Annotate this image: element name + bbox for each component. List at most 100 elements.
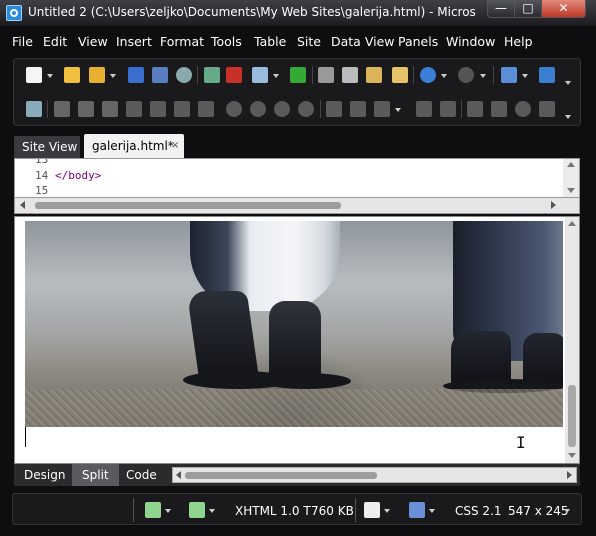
css-schema-icon[interactable]: [409, 502, 425, 518]
expression-web-app-icon[interactable]: [6, 5, 22, 21]
cut-icon[interactable]: [318, 67, 334, 83]
circle-hotspot-icon[interactable]: [515, 101, 531, 117]
close-button[interactable]: ✕: [541, 0, 586, 18]
preview-dropdown-icon[interactable]: [273, 74, 279, 78]
visual-aids-icon[interactable]: [145, 502, 161, 518]
auto-thumbnail-icon[interactable]: [416, 101, 432, 117]
publish-icon[interactable]: [204, 67, 220, 83]
check-compatibility-icon[interactable]: [290, 67, 306, 83]
scroll-right-icon[interactable]: [551, 201, 556, 209]
page-layout-dropdown-icon[interactable]: [384, 509, 390, 513]
send-backward-icon[interactable]: [54, 101, 70, 117]
find-icon[interactable]: [176, 67, 192, 83]
bring-forward-icon[interactable]: [78, 101, 94, 117]
view-tab-design[interactable]: Design: [14, 464, 75, 486]
insert-table-icon[interactable]: [501, 67, 517, 83]
undo-icon[interactable]: [420, 67, 436, 83]
open-site-icon[interactable]: [64, 67, 80, 83]
penguin-photo[interactable]: [25, 221, 563, 427]
minimize-button[interactable]: —: [487, 0, 515, 18]
preview-in-browser-icon[interactable]: [252, 67, 268, 83]
select-icon[interactable]: [467, 101, 483, 117]
tab-galerija-html[interactable]: galerija.html* ×: [84, 134, 184, 158]
scroll-up-icon[interactable]: [567, 162, 575, 167]
spelling-icon[interactable]: [226, 67, 242, 83]
rotate-right-icon[interactable]: [150, 101, 166, 117]
code-pane[interactable]: 13 14 15 </body>: [14, 158, 580, 198]
code-horizontal-scrollbar[interactable]: [14, 198, 580, 214]
new-page-dropdown-icon[interactable]: [47, 74, 53, 78]
css-schema-dropdown-icon[interactable]: [429, 509, 435, 513]
new-page-icon[interactable]: [26, 67, 42, 83]
css-version-indicator[interactable]: CSS 2.1: [455, 504, 502, 518]
tab-site-view[interactable]: Site View: [14, 136, 80, 158]
scrollbar-thumb[interactable]: [185, 472, 377, 479]
menu-panels[interactable]: Panels: [398, 34, 438, 49]
more-brightness-icon[interactable]: [274, 101, 290, 117]
crop-icon[interactable]: [326, 101, 342, 117]
toolbar2-overflow-icon[interactable]: [565, 115, 571, 119]
menu-file[interactable]: File: [12, 34, 33, 49]
rectangle-hotspot-icon[interactable]: [491, 101, 507, 117]
format-painter-icon[interactable]: [392, 67, 408, 83]
insert-layer-icon[interactable]: [539, 67, 555, 83]
more-contrast-icon[interactable]: [226, 101, 242, 117]
visual-aids-dropdown-icon[interactable]: [165, 509, 171, 513]
set-transparent-color-icon[interactable]: [350, 101, 366, 117]
copy-icon[interactable]: [342, 67, 358, 83]
style-application-icon[interactable]: [189, 502, 205, 518]
insert-table-dropdown-icon[interactable]: [522, 74, 528, 78]
save-icon[interactable]: [128, 67, 144, 83]
scroll-down-icon[interactable]: [567, 188, 575, 193]
menu-edit[interactable]: Edit: [43, 34, 67, 49]
toolbar1-overflow-icon[interactable]: [565, 81, 571, 85]
menu-format[interactable]: Format: [160, 34, 204, 49]
save-all-icon[interactable]: [152, 67, 168, 83]
menu-help[interactable]: Help: [504, 34, 533, 49]
redo-dropdown-icon[interactable]: [480, 74, 486, 78]
menu-insert[interactable]: Insert: [116, 34, 152, 49]
less-contrast-icon[interactable]: [250, 101, 266, 117]
maximize-button[interactable]: □: [514, 0, 542, 18]
open-icon[interactable]: [89, 67, 105, 83]
flip-horizontal-icon[interactable]: [174, 101, 190, 117]
color-dropdown-icon[interactable]: [395, 108, 401, 112]
menu-site[interactable]: Site: [297, 34, 321, 49]
menu-view[interactable]: View: [78, 34, 108, 49]
open-dropdown-icon[interactable]: [110, 74, 116, 78]
color-icon[interactable]: [374, 101, 390, 117]
view-tab-split[interactable]: Split: [72, 464, 119, 486]
menu-tools[interactable]: Tools: [211, 34, 242, 49]
scroll-up-icon[interactable]: [568, 221, 576, 226]
menu-data-view[interactable]: Data View: [331, 34, 394, 49]
page-layout-icon[interactable]: [364, 502, 380, 518]
restore-icon[interactable]: [440, 101, 456, 117]
less-brightness-icon[interactable]: [298, 101, 314, 117]
view-tab-code[interactable]: Code: [116, 464, 167, 486]
polygon-hotspot-icon[interactable]: [539, 101, 555, 117]
scroll-left-icon[interactable]: [176, 471, 181, 479]
undo-dropdown-icon[interactable]: [441, 74, 447, 78]
page-dimensions-indicator[interactable]: 547 x 245: [508, 504, 569, 518]
menu-table[interactable]: Table: [254, 34, 286, 49]
dimensions-dropdown-icon[interactable]: [564, 509, 570, 513]
scroll-left-icon[interactable]: [20, 201, 25, 209]
position-absolutely-icon[interactable]: [102, 101, 118, 117]
code-line-body-close-tag[interactable]: </body>: [55, 169, 101, 182]
paste-icon[interactable]: [366, 67, 382, 83]
design-pane[interactable]: I: [14, 216, 580, 464]
scroll-right-icon[interactable]: [567, 471, 572, 479]
insert-picture-icon[interactable]: [26, 101, 42, 117]
rotate-left-icon[interactable]: [126, 101, 142, 117]
code-vertical-scrollbar[interactable]: [563, 159, 579, 197]
flip-vertical-icon[interactable]: [198, 101, 214, 117]
design-vertical-scrollbar[interactable]: [565, 217, 579, 463]
redo-icon[interactable]: [458, 67, 474, 83]
doctype-indicator[interactable]: XHTML 1.0 T: [235, 504, 311, 518]
style-application-dropdown-icon[interactable]: [209, 509, 215, 513]
menu-window[interactable]: Window: [446, 34, 495, 49]
scrollbar-thumb[interactable]: [35, 202, 341, 209]
tab-close-icon[interactable]: ×: [171, 140, 179, 151]
scrollbar-thumb[interactable]: [568, 385, 576, 447]
design-horizontal-scrollbar[interactable]: [172, 467, 577, 483]
